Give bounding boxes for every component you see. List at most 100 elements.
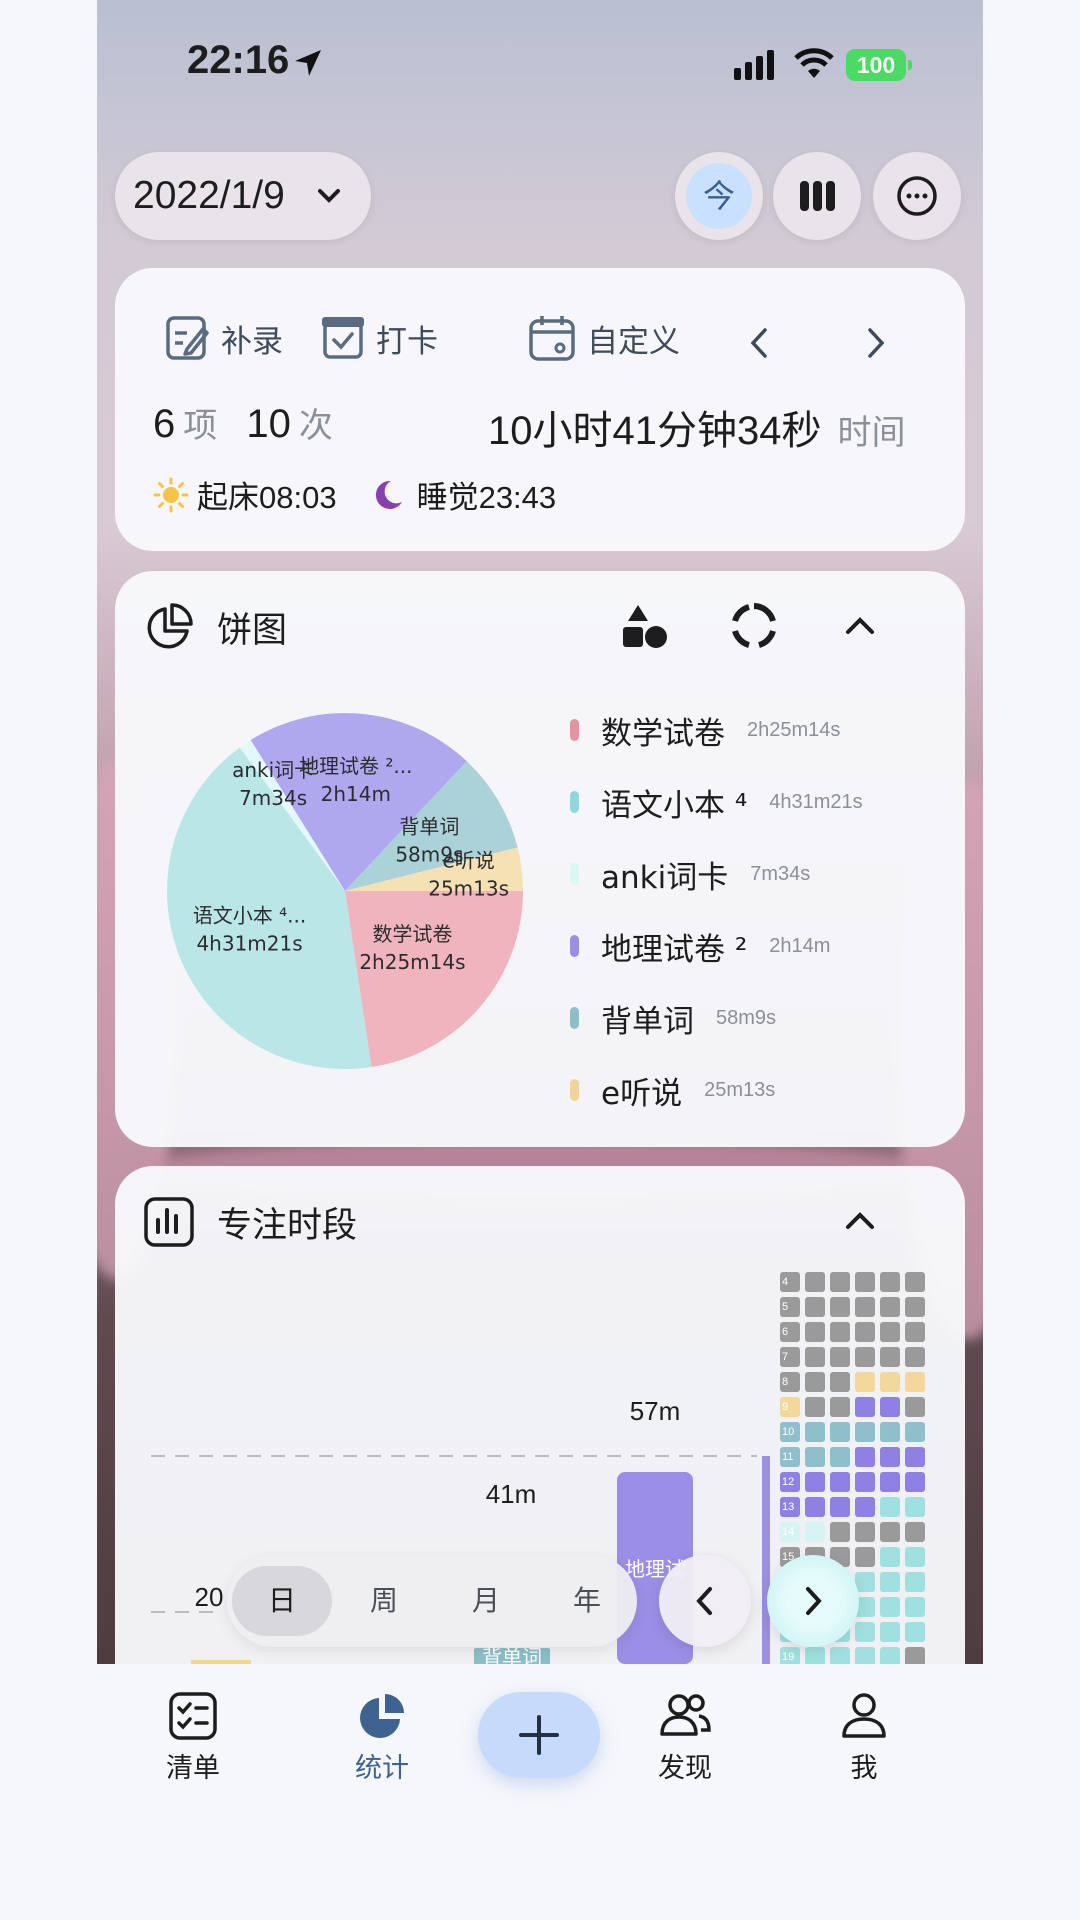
legend-swatch (570, 863, 579, 885)
add-button[interactable] (478, 1692, 600, 1778)
wake-time: 起床08:03 (197, 480, 337, 515)
heatmap-cell (880, 1597, 900, 1617)
next-period-button[interactable] (767, 1555, 859, 1647)
sleep-time: 睡觉23:43 (416, 480, 557, 515)
today-label: 今 (686, 163, 752, 229)
custom-label: 自定义 (587, 323, 680, 360)
heatmap-hour-label: 12 (782, 1476, 795, 1488)
legend-swatch (570, 1007, 579, 1029)
stats-pie-icon (360, 1694, 404, 1738)
heatmap-cell (880, 1422, 900, 1442)
heatmap-cell (830, 1322, 850, 1342)
sun-icon (153, 477, 189, 512)
nav-me-label: 我 (850, 1753, 878, 1784)
heatmap-cell (880, 1572, 900, 1592)
columns-icon (800, 181, 835, 211)
nav-discover[interactable]: 发现 (625, 1690, 745, 1785)
more-button[interactable] (873, 152, 961, 240)
heatmap-cell (855, 1397, 875, 1417)
heatmap-cell (805, 1322, 825, 1342)
period-segmented-control: 日 周 月 年 (227, 1555, 637, 1647)
legend-item-anki[interactable]: anki词卡 7m34s (570, 838, 863, 910)
heatmap-cell (830, 1272, 850, 1292)
bar-value-41m: 41m (486, 1479, 537, 1509)
prev-period-button[interactable] (659, 1555, 751, 1647)
heatmap-cell (855, 1447, 875, 1467)
heatmap-cell (805, 1447, 825, 1467)
date-selector[interactable]: 2022/1/9 (115, 152, 371, 240)
heatmap-cell (905, 1347, 925, 1367)
location-arrow-icon (295, 50, 321, 76)
heatmap-cell (855, 1322, 875, 1342)
checkin-label: 打卡 (376, 323, 438, 360)
pie-chart-card: 饼图 数学试卷 2h25m14s 语文小本 ⁴... 4h31m21s anki词卡 7m… (115, 571, 965, 1147)
bar-value-20: 20 (195, 1582, 224, 1612)
legend-item-math[interactable]: 数学试卷 2h25m14s (570, 694, 863, 766)
donut-toggle-icon[interactable] (729, 601, 779, 651)
heatmap-cell (905, 1422, 925, 1442)
legend-name: 地理试卷 ² (601, 931, 748, 968)
nav-list[interactable]: 清单 (133, 1690, 253, 1785)
heatmap-cell (905, 1447, 925, 1467)
edit-note-icon (166, 316, 209, 360)
legend-item-geography[interactable]: 地理试卷 ² 2h14m (570, 910, 863, 982)
heatmap-cell (855, 1297, 875, 1317)
heatmap-cell (880, 1347, 900, 1367)
segment-day[interactable]: 日 (232, 1566, 332, 1636)
app-screen: 22:16 100 2022/1/9 今 补录 打卡 自定义 6项 10 次 10… (97, 0, 983, 1920)
bar-text-vocab: 背单词 (482, 1645, 542, 1664)
legend-name: 数学试卷 (601, 715, 725, 752)
heatmap-cell (905, 1497, 925, 1517)
more-icon (897, 176, 937, 216)
heatmap-cell (905, 1572, 925, 1592)
shapes-icon[interactable] (620, 601, 670, 651)
segment-month[interactable]: 月 (436, 1566, 536, 1636)
legend-item-listening[interactable]: e听说 25m13s (570, 1054, 863, 1126)
heatmap-cell (830, 1647, 850, 1664)
prev-range-icon[interactable] (745, 325, 775, 361)
heatmap-cell: 9 (780, 1397, 800, 1417)
heatmap-cell (855, 1472, 875, 1492)
duration-value: 10小时41分钟34秒 (488, 409, 822, 453)
pie-section-header: 饼图 (143, 601, 287, 653)
segment-week[interactable]: 周 (334, 1566, 434, 1636)
collapse-pie-icon[interactable] (842, 608, 878, 644)
times-unit: 次 (298, 407, 333, 445)
people-icon (660, 1694, 711, 1736)
heatmap-cell (830, 1372, 850, 1392)
legend-item-chinese[interactable]: 语文小本 ⁴ 4h31m21s (570, 766, 863, 838)
total-duration: 10小时41分钟34秒 时间 (488, 398, 913, 456)
heatmap-cell: 11 (780, 1447, 800, 1467)
collapse-focus-icon[interactable] (842, 1203, 878, 1239)
heatmap-cell (905, 1597, 925, 1617)
segment-year[interactable]: 年 (537, 1566, 637, 1636)
heatmap-cell: 5 (780, 1297, 800, 1317)
legend-swatch (570, 1079, 579, 1101)
heatmap-cell: 6 (780, 1322, 800, 1342)
checkin-box-icon (322, 317, 364, 359)
columns-view-button[interactable] (773, 152, 861, 240)
items-count: 6 (153, 402, 176, 446)
nav-me[interactable]: 我 (804, 1690, 924, 1785)
pie-chart-icon (147, 603, 193, 649)
custom-range-button[interactable]: 自定义 (527, 313, 680, 363)
next-range-icon[interactable] (860, 325, 890, 361)
checkin-button[interactable]: 打卡 (320, 313, 438, 363)
backfill-button[interactable]: 补录 (165, 313, 283, 363)
legend-name: e听说 (601, 1075, 683, 1112)
heatmap-cell (905, 1622, 925, 1642)
heatmap-cell (880, 1547, 900, 1567)
legend-swatch (570, 935, 579, 957)
nav-stats[interactable]: 统计 (322, 1690, 442, 1785)
status-bar: 22:16 100 (97, 0, 983, 130)
person-icon (842, 1693, 886, 1738)
calendar-icon (529, 316, 575, 361)
heatmap-cell (805, 1497, 825, 1517)
pie-slice-math (345, 891, 523, 1068)
today-button[interactable]: 今 (675, 152, 763, 240)
legend-item-vocab[interactable]: 背单词 58m9s (570, 982, 863, 1054)
duration-unit: 时间 (837, 414, 906, 452)
heatmap-cell (805, 1522, 825, 1542)
heatmap-cell (805, 1297, 825, 1317)
legend-name: 语文小本 ⁴ (601, 787, 748, 824)
